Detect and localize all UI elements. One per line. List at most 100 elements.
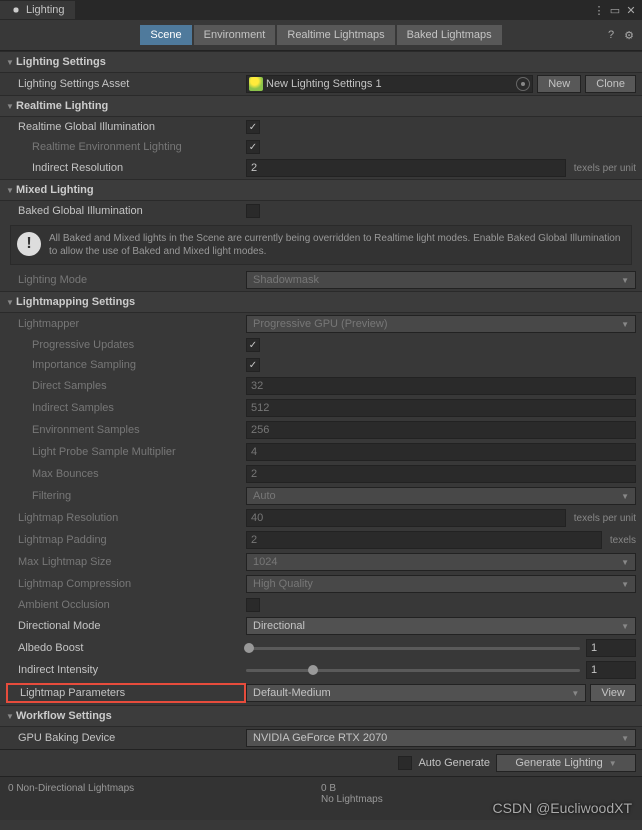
- section-title: Lighting Settings: [16, 56, 106, 68]
- dropdown-filtering[interactable]: Auto▼: [246, 487, 636, 505]
- object-picker-icon[interactable]: [516, 77, 530, 91]
- tab-realtime-lightmaps[interactable]: Realtime Lightmaps: [277, 25, 394, 45]
- close-icon[interactable]: ✕: [624, 3, 638, 17]
- slider-thumb[interactable]: [244, 643, 254, 653]
- label-lightmapper: Lightmapper: [6, 318, 246, 330]
- checkbox-imp-sampling[interactable]: [246, 358, 260, 372]
- btn-label: Generate Lighting: [515, 757, 602, 769]
- caret-icon: ▼: [621, 276, 629, 285]
- asset-field[interactable]: New Lighting Settings 1: [246, 75, 533, 93]
- input-indirect-samples[interactable]: [246, 399, 636, 417]
- gear-icon[interactable]: ⚙: [622, 28, 636, 42]
- new-button[interactable]: New: [537, 75, 581, 93]
- dropdown-lightmapper[interactable]: Progressive GPU (Preview)▼: [246, 315, 636, 333]
- label-realtime-env: Realtime Environment Lighting: [6, 141, 246, 153]
- tab-baked-lightmaps[interactable]: Baked Lightmaps: [397, 25, 502, 45]
- label-prog-updates: Progressive Updates: [6, 339, 246, 351]
- footer: 0 Non-Directional Lightmaps 0 B No Light…: [0, 776, 642, 820]
- dropdown-lm-params[interactable]: Default-Medium▼: [246, 684, 586, 702]
- tab-environment[interactable]: Environment: [194, 25, 276, 45]
- input-lightmap-res[interactable]: [246, 509, 566, 527]
- slider-thumb[interactable]: [308, 665, 318, 675]
- checkbox-auto-generate[interactable]: [398, 756, 412, 770]
- dropdown-dir-mode[interactable]: Directional▼: [246, 617, 636, 635]
- input-indirect-val[interactable]: [586, 661, 636, 679]
- chevron-down-icon: ▼: [6, 712, 16, 721]
- lighting-icon: [10, 4, 22, 16]
- context-menu-icon[interactable]: ⋮: [592, 3, 606, 17]
- toolbar: Scene Environment Realtime Lightmaps Bak…: [0, 20, 642, 51]
- caret-icon: ▼: [571, 689, 579, 698]
- section-title: Workflow Settings: [16, 710, 112, 722]
- window-tab[interactable]: Lighting: [0, 1, 75, 19]
- checkbox-ambient-occ[interactable]: [246, 598, 260, 612]
- label-dir-mode: Directional Mode: [6, 620, 246, 632]
- checkbox-baked-gi[interactable]: [246, 204, 260, 218]
- section-workflow[interactable]: ▼ Workflow Settings: [0, 705, 642, 727]
- dock-icon[interactable]: ▭: [608, 3, 622, 17]
- chevron-down-icon: ▼: [6, 102, 16, 111]
- slider-indirect[interactable]: [246, 669, 580, 672]
- checkbox-realtime-env[interactable]: [246, 140, 260, 154]
- tab-scene[interactable]: Scene: [140, 25, 191, 45]
- label-asset: Lighting Settings Asset: [6, 78, 246, 90]
- label-indirect-samples: Indirect Samples: [6, 402, 246, 414]
- help-icon[interactable]: ?: [604, 28, 618, 42]
- info-box: ! All Baked and Mixed lights in the Scen…: [10, 225, 632, 265]
- label-env-samples: Environment Samples: [6, 424, 246, 436]
- slider-albedo[interactable]: [246, 647, 580, 650]
- unit-texels: texels per unit: [574, 163, 636, 174]
- window-title: Lighting: [26, 4, 65, 16]
- dropdown-value: Progressive GPU (Preview): [253, 318, 387, 330]
- input-env-samples[interactable]: [246, 421, 636, 439]
- chevron-down-icon: ▼: [6, 298, 16, 307]
- footer-size: 0 B: [321, 783, 634, 794]
- asset-thumb-icon: [249, 77, 263, 91]
- caret-icon: ▼: [621, 734, 629, 743]
- unit: texels: [610, 535, 636, 546]
- titlebar: Lighting ⋮ ▭ ✕: [0, 0, 642, 20]
- label-max-lm-size: Max Lightmap Size: [6, 556, 246, 568]
- caret-icon: ▼: [621, 558, 629, 567]
- chevron-down-icon: ▼: [6, 186, 16, 195]
- label-max-bounces: Max Bounces: [6, 468, 246, 480]
- watermark: CSDN @EucliwoodXT: [493, 800, 632, 816]
- label-auto-generate: Auto Generate: [418, 757, 490, 769]
- dropdown-lighting-mode[interactable]: Shadowmask ▼: [246, 271, 636, 289]
- section-title: Lightmapping Settings: [16, 296, 135, 308]
- label-realtime-gi: Realtime Global Illumination: [6, 121, 246, 133]
- input-max-bounces[interactable]: [246, 465, 636, 483]
- view-button[interactable]: View: [590, 684, 636, 702]
- section-realtime-lighting[interactable]: ▼ Realtime Lighting: [0, 95, 642, 117]
- dropdown-value: NVIDIA GeForce RTX 2070: [253, 732, 387, 744]
- input-direct-samples[interactable]: [246, 377, 636, 395]
- footer-lightmaps: 0 Non-Directional Lightmaps: [8, 783, 321, 794]
- section-lightmapping[interactable]: ▼ Lightmapping Settings: [0, 291, 642, 313]
- generate-lighting-button[interactable]: Generate Lighting▼: [496, 754, 636, 772]
- checkbox-prog-updates[interactable]: [246, 338, 260, 352]
- input-albedo-val[interactable]: [586, 639, 636, 657]
- checkbox-realtime-gi[interactable]: [246, 120, 260, 134]
- section-mixed-lighting[interactable]: ▼ Mixed Lighting: [0, 179, 642, 201]
- info-icon: !: [17, 232, 41, 256]
- section-lighting-settings[interactable]: ▼ Lighting Settings: [0, 51, 642, 73]
- label-albedo-boost: Albedo Boost: [6, 642, 246, 654]
- dropdown-gpu-device[interactable]: NVIDIA GeForce RTX 2070 ▼: [246, 729, 636, 747]
- section-title: Mixed Lighting: [16, 184, 94, 196]
- caret-icon: ▼: [621, 580, 629, 589]
- dropdown-value: High Quality: [253, 578, 313, 590]
- label-indirect-res: Indirect Resolution: [6, 162, 246, 174]
- input-lightmap-padding[interactable]: [246, 531, 602, 549]
- asset-value: New Lighting Settings 1: [266, 78, 382, 90]
- unit: texels per unit: [574, 513, 636, 524]
- label-lightmap-padding: Lightmap Padding: [6, 534, 246, 546]
- clone-button[interactable]: Clone: [585, 75, 636, 93]
- label-lm-compression: Lightmap Compression: [6, 578, 246, 590]
- label-light-probe-mult: Light Probe Sample Multiplier: [6, 446, 246, 458]
- dropdown-value: Shadowmask: [253, 274, 319, 286]
- dropdown-max-lm-size[interactable]: 1024▼: [246, 553, 636, 571]
- label-imp-sampling: Importance Sampling: [6, 359, 246, 371]
- dropdown-lm-compression[interactable]: High Quality ▼: [246, 575, 636, 593]
- input-light-probe-mult[interactable]: [246, 443, 636, 461]
- input-indirect-res[interactable]: [246, 159, 566, 177]
